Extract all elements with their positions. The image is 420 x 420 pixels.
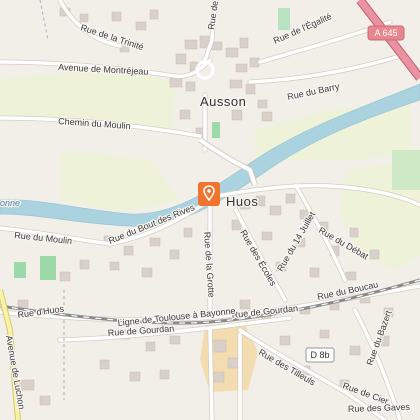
- park-area: [392, 150, 420, 190]
- town-label-ausson: Ausson: [200, 94, 246, 109]
- route-shield-a645: A 645: [367, 25, 405, 41]
- park-area: [14, 262, 26, 278]
- park-area: [40, 256, 56, 280]
- map-canvas[interactable]: Ausson Huos Rue de la Trinité Avenue de …: [0, 0, 420, 420]
- river-label: onne: [0, 198, 20, 208]
- park-area: [212, 122, 220, 138]
- map-pin-icon[interactable]: [198, 182, 220, 206]
- town-label-huos: Huos: [226, 194, 258, 209]
- route-shield-label: D 8b: [310, 350, 329, 360]
- map-view[interactable]: Ausson Huos Rue de la Trinité Avenue de …: [0, 0, 420, 420]
- park-area: [278, 8, 290, 30]
- route-shield-d8b: D 8b: [305, 347, 335, 363]
- route-shield-label: A 645: [374, 28, 397, 38]
